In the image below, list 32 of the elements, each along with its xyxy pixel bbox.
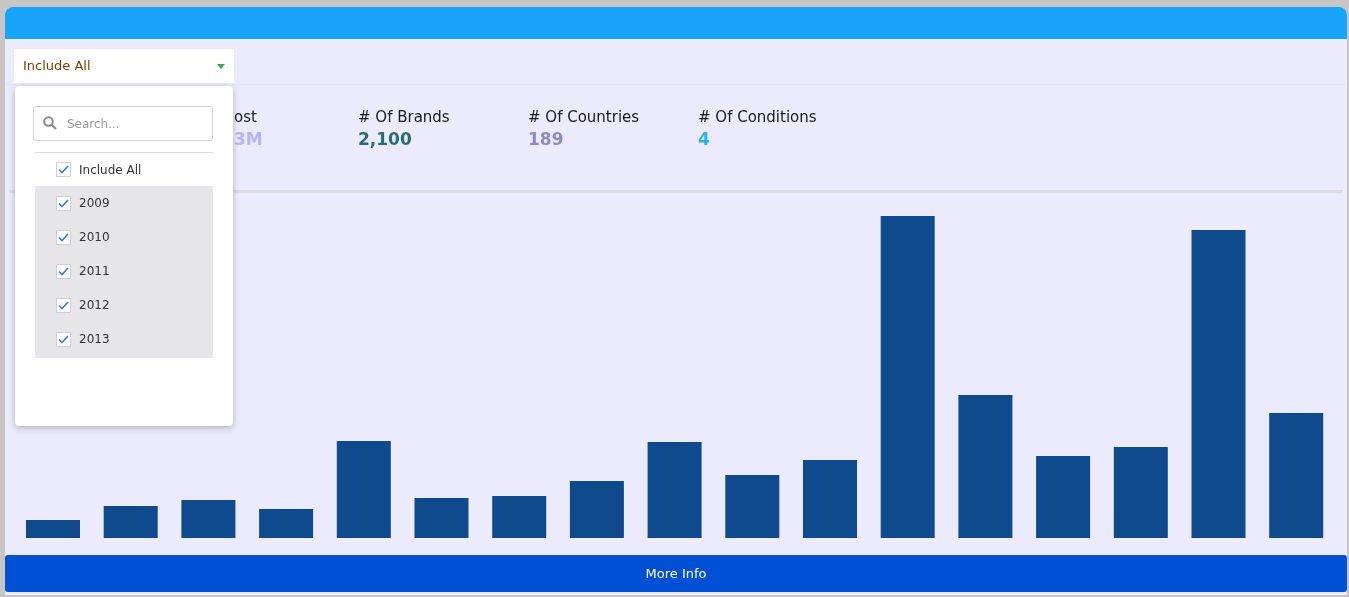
checkbox[interactable] [56, 297, 71, 313]
option-row[interactable]: 2013 [35, 322, 213, 356]
caret-icon [217, 63, 225, 69]
checkbox[interactable] [56, 195, 71, 211]
chart-bar [492, 496, 547, 538]
kpi-label: # Of Conditions [698, 107, 818, 127]
chart-bar [26, 520, 80, 538]
chart-bar [725, 475, 780, 538]
search-icon [43, 116, 57, 130]
kpi-value: 4 [698, 128, 711, 151]
kpi-value: 2,100 [358, 128, 413, 151]
checkbox[interactable] [56, 162, 71, 177]
chart-bar [414, 498, 469, 538]
checkbox[interactable] [56, 263, 71, 279]
kpi-value: 189 [528, 128, 565, 151]
kpi-label: ost [234, 107, 258, 127]
kpi-label: # Of Countries [528, 107, 641, 127]
kpi-label: # Of Brands [358, 107, 451, 127]
chart-bar [569, 481, 624, 538]
filter-dropdown[interactable]: Include All [14, 49, 234, 83]
checkbox[interactable] [56, 331, 71, 347]
option-row[interactable]: Include All [35, 153, 213, 186]
more-info-button[interactable]: More Info [5, 555, 1347, 592]
option-row[interactable]: 2011 [35, 254, 213, 288]
chart-bar [103, 506, 158, 538]
option-row[interactable]: 2009 [35, 186, 213, 220]
search-field[interactable]: Search... [33, 106, 213, 141]
chart-bar [181, 500, 236, 538]
checkbox[interactable] [56, 229, 71, 245]
option-row[interactable]: 2010 [35, 220, 213, 254]
chart-bar [259, 509, 314, 538]
option-row[interactable]: 2012 [35, 288, 213, 322]
